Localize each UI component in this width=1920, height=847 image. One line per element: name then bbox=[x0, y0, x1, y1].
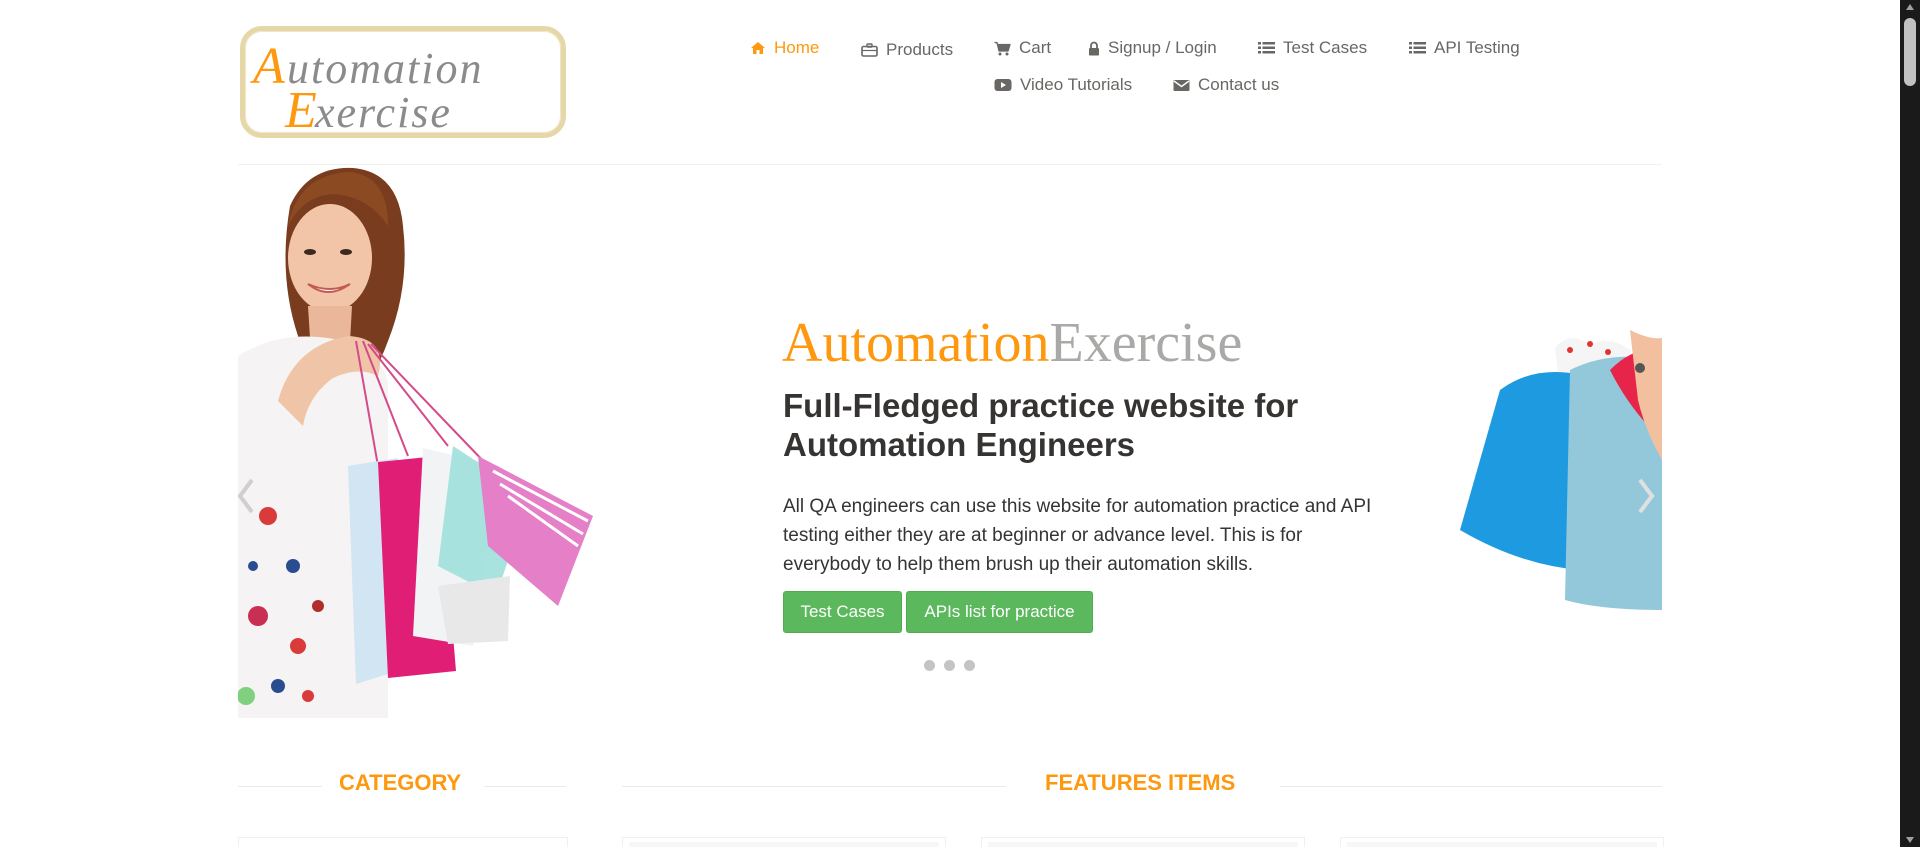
slider-indicator-3[interactable] bbox=[964, 660, 975, 671]
nav-contact-us[interactable]: Contact us bbox=[1173, 75, 1279, 95]
home-icon bbox=[751, 42, 765, 54]
nav-home-label: Home bbox=[774, 38, 820, 57]
scrollbar-thumb[interactable] bbox=[1904, 18, 1916, 86]
slider-indicator-2[interactable] bbox=[944, 660, 955, 671]
nav-test-cases-label: Test Cases bbox=[1283, 38, 1368, 57]
svg-text:E: E bbox=[284, 82, 317, 133]
briefcase-icon bbox=[861, 43, 878, 57]
nav-products[interactable]: Products bbox=[861, 40, 953, 60]
slider-prev-arrow-icon[interactable] bbox=[236, 476, 256, 516]
nav-video-tutorials-label: Video Tutorials bbox=[1020, 75, 1133, 94]
nav-api-testing[interactable]: API Testing bbox=[1409, 38, 1520, 58]
nav-video-tutorials[interactable]: Video Tutorials bbox=[994, 75, 1132, 95]
category-heading: CATEGORY bbox=[339, 770, 462, 795]
scroll-up-arrow-icon[interactable] bbox=[1906, 4, 1914, 10]
nav-contact-us-label: Contact us bbox=[1198, 75, 1280, 94]
slider-bags-image bbox=[1460, 330, 1662, 610]
slider-brand-part1: Automation bbox=[782, 312, 1050, 374]
slider-model-image bbox=[238, 167, 593, 718]
category-title-line-left bbox=[238, 786, 322, 787]
cart-icon bbox=[994, 41, 1011, 55]
logo-wordmark: A utomation E xercise bbox=[250, 38, 481, 133]
features-items-heading: FEATURES ITEMS bbox=[1045, 770, 1236, 795]
nav-cart-label: Cart bbox=[1019, 38, 1052, 57]
nav-api-testing-label: API Testing bbox=[1434, 38, 1520, 57]
scroll-down-arrow-icon[interactable] bbox=[1906, 837, 1914, 843]
nav-home[interactable]: Home bbox=[750, 38, 819, 58]
product-card bbox=[981, 837, 1305, 847]
site-logo[interactable]: A utomation E xercise bbox=[240, 26, 566, 138]
test-cases-button[interactable]: Test Cases bbox=[783, 591, 902, 633]
apis-list-button[interactable]: APIs list for practice bbox=[906, 591, 1093, 633]
page: A utomation E xercise Home Products Cart… bbox=[0, 0, 1900, 847]
features-title-line-left bbox=[622, 786, 1006, 787]
slider-description: All QA engineers can use this website fo… bbox=[783, 496, 1372, 575]
nav-cart[interactable]: Cart bbox=[994, 38, 1051, 58]
header-divider bbox=[238, 164, 1662, 165]
slider-brand-heading: AutomationExercise bbox=[782, 310, 1242, 376]
lock-icon bbox=[1089, 41, 1099, 55]
slider-next-arrow-icon[interactable] bbox=[1636, 476, 1656, 516]
slider-indicator-1[interactable] bbox=[924, 660, 935, 671]
svg-text:xercise: xercise bbox=[314, 88, 452, 133]
youtube-play-icon bbox=[994, 79, 1012, 91]
nav-test-cases[interactable]: Test Cases bbox=[1258, 38, 1367, 58]
slider-brand-part2: Exercise bbox=[1049, 312, 1243, 374]
product-card bbox=[1340, 837, 1664, 847]
list-icon bbox=[1409, 42, 1426, 54]
nav-signup-login-label: Signup / Login bbox=[1108, 38, 1217, 57]
nav-signup-login[interactable]: Signup / Login bbox=[1088, 38, 1217, 58]
envelope-icon bbox=[1173, 79, 1190, 91]
category-title-line-right bbox=[484, 786, 566, 787]
category-panel bbox=[238, 837, 568, 847]
nav-products-label: Products bbox=[886, 40, 954, 59]
svg-text:A: A bbox=[250, 38, 285, 95]
slider-indicators bbox=[924, 660, 975, 671]
product-card bbox=[622, 837, 946, 847]
features-title-line-right bbox=[1280, 786, 1662, 787]
slider-title: Full-Fledged practice website for Automa… bbox=[783, 387, 1299, 463]
list-icon bbox=[1258, 42, 1275, 54]
vertical-scrollbar[interactable] bbox=[1900, 0, 1920, 847]
